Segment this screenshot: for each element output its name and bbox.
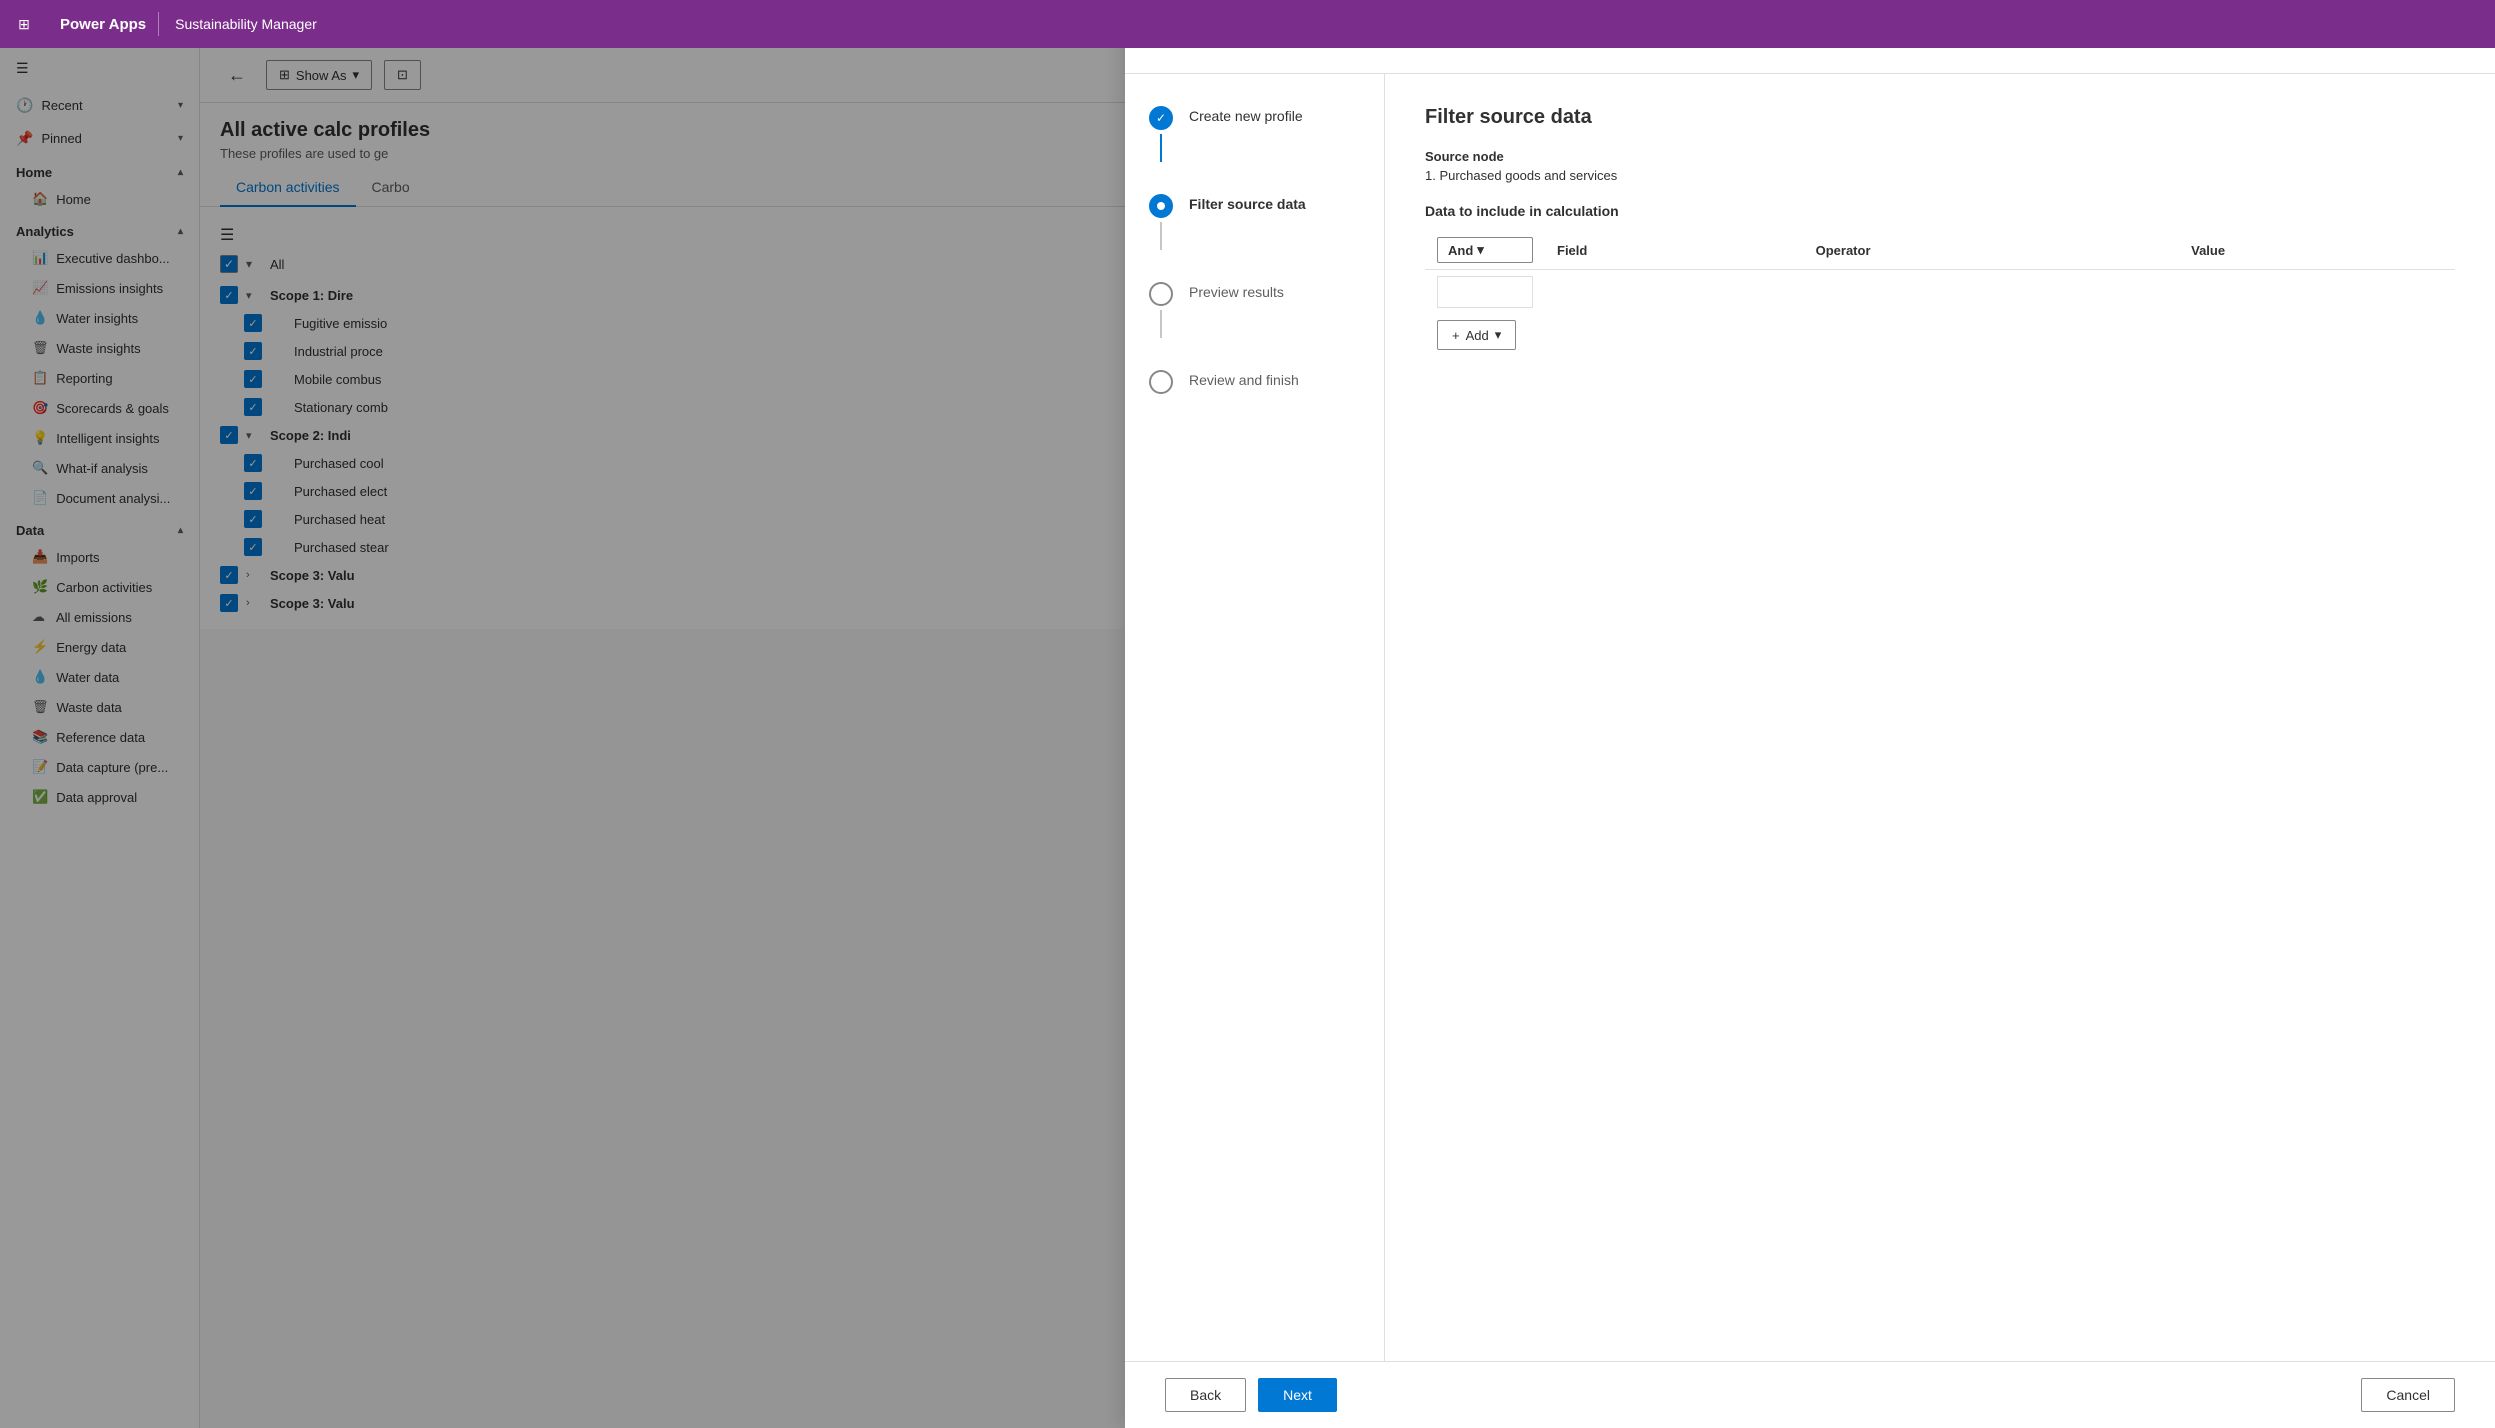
source-node-label: Source node: [1425, 149, 2455, 164]
modal-main-panel: Filter source data Source node 1. Purcha…: [1385, 74, 2495, 1361]
step-1-indicator: ✓: [1149, 106, 1173, 162]
app-name: Power Apps: [48, 16, 158, 33]
modal-footer: Back Next Cancel: [1125, 1361, 2495, 1428]
step-check-icon: ✓: [1156, 111, 1166, 125]
step-1-content: Create new profile: [1189, 106, 1303, 124]
step-3: Preview results: [1149, 282, 1360, 370]
wizard-steps: ✓ Create new profile Filter source d: [1125, 74, 1385, 1361]
filter-table-header: And ▾ Field Operator Value: [1425, 231, 2455, 270]
step-4-content: Review and finish: [1189, 370, 1299, 388]
step-2-indicator: [1149, 194, 1173, 250]
col-field: Field: [1545, 231, 1804, 270]
step-4-circle: [1149, 370, 1173, 394]
modal: New calculation profile ✕ ✓ Create new p…: [1125, 0, 2495, 1428]
step-active-dot: [1157, 202, 1165, 210]
filter-table: And ▾ Field Operator Value: [1425, 231, 2455, 356]
col-and: And ▾: [1425, 231, 1545, 270]
and-dropdown[interactable]: And ▾: [1437, 237, 1533, 263]
source-node-value: 1. Purchased goods and services: [1425, 168, 2455, 183]
waffle-icon: ⊞: [18, 16, 30, 33]
filter-add-row: + Add ▾: [1425, 314, 2455, 356]
topbar: ⊞ Power Apps Sustainability Manager: [0, 0, 2495, 48]
chevron-down-icon: ▾: [1477, 242, 1484, 258]
chevron-down-icon: ▾: [1495, 327, 1502, 343]
step-2: Filter source data: [1149, 194, 1360, 282]
app-title: Sustainability Manager: [159, 16, 333, 32]
col-value: Value: [2179, 231, 2455, 270]
modal-body: ✓ Create new profile Filter source d: [1125, 74, 2495, 1361]
add-filter-button[interactable]: + Add ▾: [1437, 320, 1516, 350]
step-4: Review and finish: [1149, 370, 1360, 394]
next-button[interactable]: Next: [1258, 1378, 1337, 1412]
back-button[interactable]: Back: [1165, 1378, 1246, 1412]
step-1-circle: ✓: [1149, 106, 1173, 130]
step-1-line: [1160, 134, 1162, 162]
plus-icon: +: [1452, 328, 1460, 343]
step-2-content: Filter source data: [1189, 194, 1306, 212]
filter-section-title: Filter source data: [1425, 106, 2455, 129]
footer-left-buttons: Back Next: [1165, 1378, 1337, 1412]
col-operator: Operator: [1804, 231, 2180, 270]
data-include-label: Data to include in calculation: [1425, 203, 2455, 219]
step-3-circle: [1149, 282, 1173, 306]
filter-empty-row: [1425, 270, 2455, 315]
step-3-indicator: [1149, 282, 1173, 338]
waffle-button[interactable]: ⊞: [0, 0, 48, 48]
step-3-line: [1160, 310, 1162, 338]
step-3-content: Preview results: [1189, 282, 1284, 300]
filter-and-cell: [1437, 276, 1533, 308]
step-2-line: [1160, 222, 1162, 250]
step-2-circle: [1149, 194, 1173, 218]
cancel-button[interactable]: Cancel: [2361, 1378, 2455, 1412]
step-4-indicator: [1149, 370, 1173, 394]
step-1: ✓ Create new profile: [1149, 106, 1360, 194]
